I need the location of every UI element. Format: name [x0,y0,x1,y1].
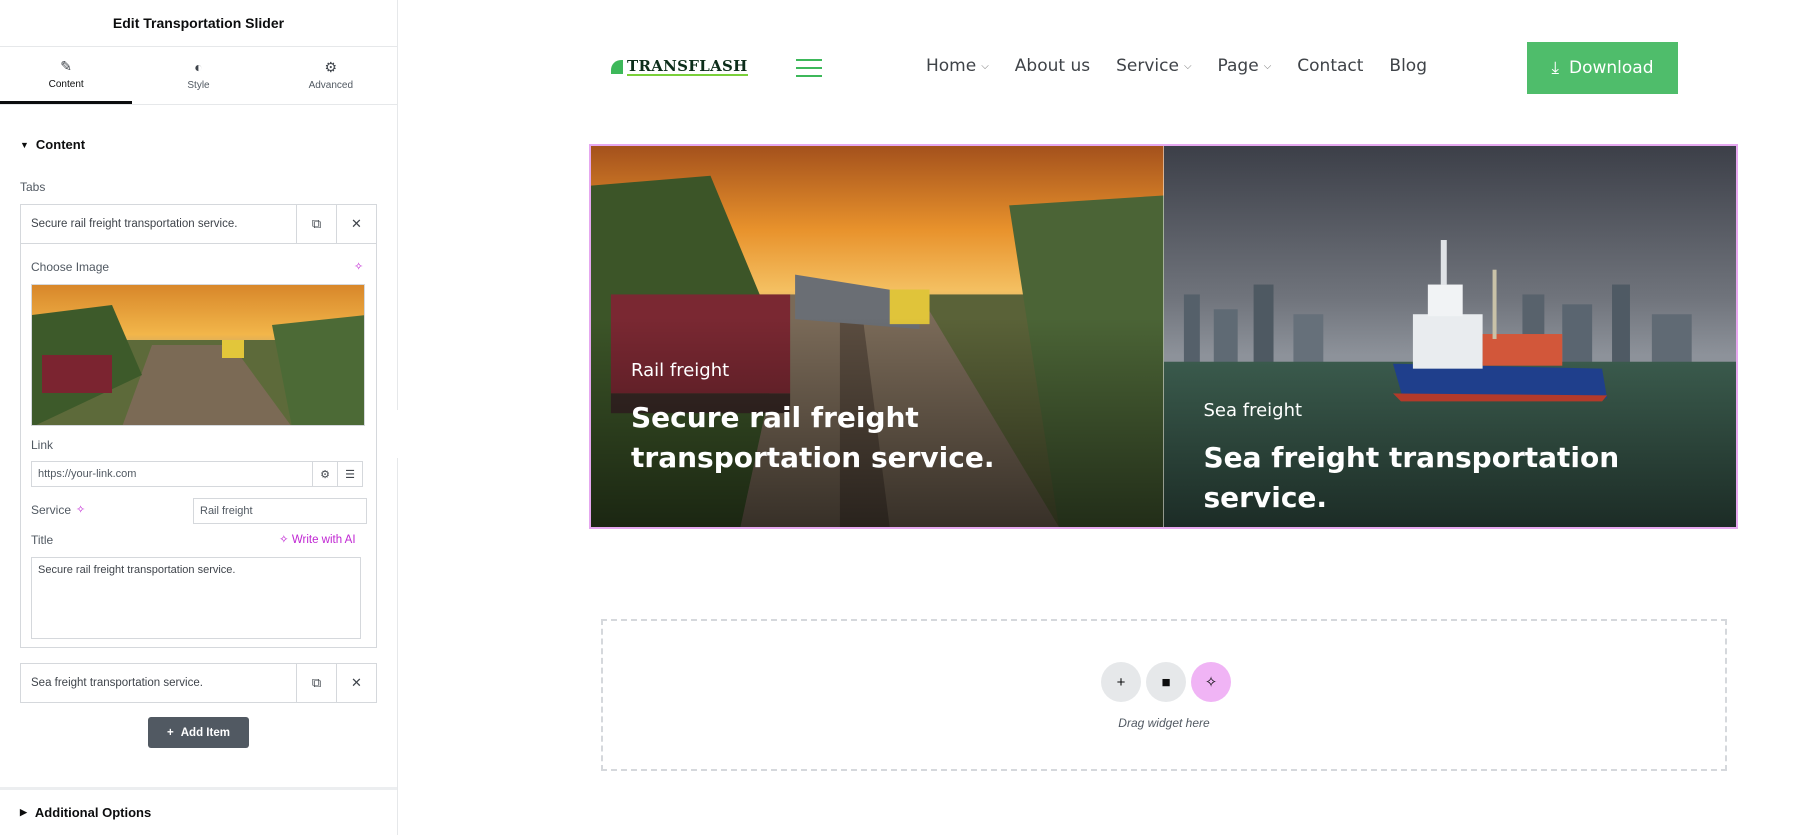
repeater-item-title: Sea freight transportation service. [31,677,203,689]
plus-icon: + [167,726,174,739]
chevron-down-icon: ⌵ [1183,60,1192,72]
hamburger-menu-icon[interactable] [796,59,822,77]
duplicate-icon[interactable]: ⧉ [296,664,336,702]
repeater-item-title: Secure rail freight transportation servi… [31,218,238,230]
download-button[interactable]: ⤓ Download [1527,42,1678,94]
content-section-toggle[interactable]: ▼ Content [20,137,85,152]
editor-panel: Edit Transportation Slider ✎ Content ◐ S… [0,0,398,835]
caret-right-icon: ▶ [20,807,27,817]
widget-drop-zone[interactable]: + ■ ✧ Drag widget here [601,619,1727,771]
panel-tabs: ✎ Content ◐ Style ⚙ Advanced [0,47,397,105]
main-nav: Home ⌵ About us Service ⌵ Page ⌵ Contact… [926,56,1427,76]
link-input[interactable]: https://your-link.com [31,461,313,487]
slide-title: Secure rail freight transportation servi… [631,401,995,474]
half-circle-icon: ◐ [194,59,203,75]
nav-item-home[interactable]: Home ⌵ [926,56,989,76]
service-label: Service [31,503,72,517]
nav-item-blog[interactable]: Blog [1389,56,1427,76]
title-label: Title [31,533,54,547]
slide-rail[interactable]: Rail freight Secure rail freight transpo… [591,146,1164,527]
gear-icon: ⚙ [324,59,338,75]
tab-style-label: Style [187,80,210,91]
nav-item-about[interactable]: About us [1015,56,1090,76]
ai-sparkle-icon: ✧ [279,534,289,546]
ai-sparkle-icon[interactable]: ✧ [76,503,85,516]
write-with-ai-link[interactable]: ✧ Write with AI [279,532,356,546]
logo-leaf-icon [611,60,623,74]
rail-thumbnail-image [32,285,364,425]
nav-service-label: Service [1116,56,1179,76]
title-textarea[interactable]: Secure rail freight transportation servi… [31,557,361,639]
image-picker-preview[interactable] [31,284,365,426]
caret-down-icon: ▼ [20,139,29,150]
section-divider [0,787,397,790]
slide-service-label: Sea freight [1203,400,1303,421]
close-icon[interactable]: ✕ [336,664,376,702]
repeater-item-2[interactable]: Sea freight transportation service. ⧉ ✕ [20,663,377,703]
transportation-slider[interactable]: Rail freight Secure rail freight transpo… [589,144,1738,529]
write-with-ai-label: Write with AI [291,534,356,546]
repeater-item-1[interactable]: Secure rail freight transportation servi… [20,204,377,244]
nav-blog-label: Blog [1389,56,1427,76]
nav-item-contact[interactable]: Contact [1297,56,1363,76]
link-settings-gear-icon[interactable]: ⚙ [312,461,338,487]
tab-advanced-label: Advanced [308,80,354,91]
ai-sparkle-icon[interactable]: ✧ [1191,662,1231,702]
service-input[interactable]: Rail freight [193,498,367,524]
duplicate-icon[interactable]: ⧉ [296,205,336,243]
ai-sparkle-icon[interactable]: ✧ [354,260,363,273]
tab-content-label: Content [48,78,84,90]
site-logo[interactable]: TRANSFLASH [611,58,748,76]
slide-title: Sea freight transportation service. [1203,441,1620,514]
tab-style[interactable]: ◐ Style [132,47,264,104]
choose-image-label: Choose Image [31,260,110,274]
add-item-button[interactable]: + Add Item [148,717,249,748]
template-folder-icon[interactable]: ■ [1146,662,1186,702]
additional-options-title: Additional Options [34,805,152,820]
nav-about-label: About us [1014,56,1091,76]
dynamic-tags-database-icon[interactable]: ☰ [337,461,363,487]
close-icon[interactable]: ✕ [336,205,376,243]
add-item-label: Add Item [180,726,230,739]
chevron-down-icon: ⌵ [1263,60,1272,72]
add-section-plus-icon[interactable]: + [1101,662,1141,702]
tabs-label: Tabs [20,180,46,194]
drag-widget-hint: Drag widget here [1118,716,1210,730]
nav-page-label: Page [1217,56,1259,76]
link-label: Link [31,438,54,452]
nav-item-service[interactable]: Service ⌵ [1116,56,1191,76]
pencil-icon: ✎ [60,57,73,74]
slide-sea[interactable]: Sea freight Sea freight transportation s… [1163,146,1736,527]
download-icon: ⤓ [1551,58,1559,78]
tab-content[interactable]: ✎ Content [0,47,133,104]
slide-service-label: Rail freight [631,360,730,381]
additional-options-toggle[interactable]: ▶ Additional Options [20,805,151,820]
logo-text: TRANSFLASH [627,57,748,76]
chevron-down-icon: ⌵ [981,60,989,72]
nav-home-label: Home [926,56,977,76]
nav-item-page[interactable]: Page ⌵ [1218,56,1272,76]
panel-title: Edit Transportation Slider [0,0,397,47]
tab-advanced[interactable]: ⚙ Advanced [265,47,397,104]
download-label: Download [1569,58,1654,78]
nav-contact-label: Contact [1297,56,1364,76]
content-section-title: Content [35,137,86,152]
